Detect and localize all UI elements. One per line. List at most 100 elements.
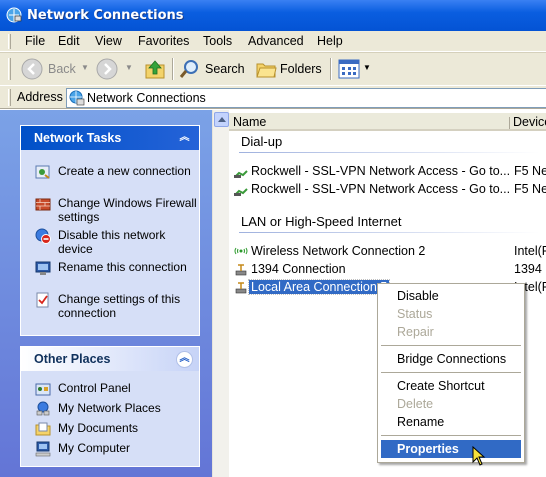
back-button[interactable]: Back ▼ — [17, 56, 92, 82]
toolbar-separator — [172, 58, 174, 80]
connection-name: 1394 Connection — [251, 262, 346, 276]
settings-icon — [36, 292, 49, 308]
column-header-name[interactable]: Name — [229, 113, 509, 131]
connection-device: F5 Ne — [514, 164, 546, 178]
menu-grip[interactable] — [8, 34, 11, 49]
forward-dropdown-icon[interactable]: ▼ — [125, 63, 133, 72]
task-label: Change settings of this connection — [58, 292, 181, 320]
disable-device-icon — [35, 228, 51, 244]
menu-file[interactable]: File — [25, 34, 45, 48]
task-label: Rename this connection — [58, 260, 187, 274]
control-panel-icon — [35, 383, 51, 396]
wireless-connection-icon — [234, 247, 248, 255]
menu-separator — [381, 372, 521, 373]
connection-name: Wireless Network Connection 2 — [251, 244, 426, 258]
toolbar-grip[interactable] — [8, 58, 11, 80]
network-connections-icon — [69, 90, 85, 106]
scroll-up-arrow-icon[interactable] — [214, 112, 229, 127]
place-label: My Documents — [58, 421, 139, 435]
address-field[interactable]: Network Connections — [66, 88, 546, 108]
address-grip[interactable] — [8, 89, 11, 106]
menu-item-label: Repair — [397, 325, 434, 339]
column-divider[interactable] — [509, 117, 510, 129]
menu-item-create-shortcut[interactable]: Create Shortcut — [381, 377, 521, 395]
back-dropdown-icon[interactable]: ▼ — [81, 63, 89, 72]
task-pane: Network Tasks ︽ Create a new connection … — [0, 110, 212, 477]
menu-favorites[interactable]: Favorites — [138, 34, 189, 48]
connection-name: Rockwell - SSL-VPN Network Access - Go t… — [251, 182, 511, 196]
column-device-label: Device — [513, 115, 546, 129]
back-label: Back — [48, 62, 76, 76]
views-button[interactable]: ▼ — [336, 56, 372, 82]
vertical-scrollbar[interactable] — [212, 110, 229, 477]
folders-button[interactable]: Folders — [254, 56, 324, 82]
place-label: My Network Places — [58, 401, 161, 415]
address-label: Address — [17, 90, 63, 104]
task-label: Create a new connection — [58, 164, 191, 178]
forward-button[interactable]: ▼ — [96, 56, 136, 82]
task-label: Disable this network device — [58, 228, 166, 256]
documents-icon — [35, 422, 51, 436]
other-places-panel: Other Places ︽ Control Panel My Network … — [20, 346, 200, 467]
menu-item-label: Disable — [397, 289, 439, 303]
network-tasks-header[interactable]: Network Tasks ︽ — [21, 126, 199, 150]
menu-item-disable[interactable]: Disable — [381, 287, 521, 305]
menu-item-bridge-connections[interactable]: Bridge Connections — [381, 350, 521, 368]
collapse-icon[interactable]: ︽ — [176, 351, 193, 368]
menu-item-delete: Delete — [381, 395, 521, 413]
menu-item-label: Properties — [397, 442, 459, 456]
mouse-cursor-icon — [472, 446, 486, 466]
menu-item-properties[interactable]: Properties — [381, 440, 521, 458]
column-header-device[interactable]: Device — [509, 113, 546, 131]
menu-edit[interactable]: Edit — [58, 34, 80, 48]
other-places-header[interactable]: Other Places ︽ — [21, 347, 199, 371]
lan-connection-icon — [235, 282, 247, 294]
menu-bar: File Edit View Favorites Tools Advanced … — [0, 31, 546, 52]
computer-icon — [35, 441, 51, 457]
rename-icon — [35, 261, 51, 275]
views-dropdown-icon[interactable]: ▼ — [363, 63, 371, 72]
menu-item-rename[interactable]: Rename — [381, 413, 521, 431]
address-value: Network Connections — [87, 91, 206, 105]
group-lan-title: LAN or High-Speed Internet — [241, 214, 402, 229]
search-button[interactable]: Search — [177, 56, 247, 82]
network-places-icon — [36, 401, 50, 416]
menu-separator — [381, 345, 521, 346]
up-folder-icon[interactable] — [143, 56, 167, 82]
column-name-label: Name — [233, 115, 267, 129]
menu-item-label: Create Shortcut — [397, 379, 485, 393]
menu-view[interactable]: View — [95, 34, 122, 48]
dialup-connection-icon — [234, 170, 248, 178]
address-bar: Address Network Connections — [0, 85, 546, 109]
search-label: Search — [205, 62, 245, 76]
connection-name: Rockwell - SSL-VPN Network Access - Go t… — [251, 164, 511, 178]
menu-item-label: Status — [397, 307, 433, 321]
folders-label: Folders — [280, 62, 322, 76]
collapse-icon[interactable]: ︽ — [176, 130, 193, 147]
network-tasks-title: Network Tasks — [34, 131, 122, 145]
connection-device: 1394 — [514, 262, 542, 276]
menu-help[interactable]: Help — [317, 34, 343, 48]
connection-device: F5 Ne — [514, 182, 546, 196]
menu-tools[interactable]: Tools — [203, 34, 232, 48]
context-menu: Disable Status Repair Bridge Connections… — [377, 283, 525, 463]
views-icon — [338, 59, 360, 79]
menu-item-label: Delete — [397, 397, 434, 411]
connection-name: Local Area Connection 5 — [247, 279, 391, 295]
network-tasks-panel: Network Tasks ︽ Create a new connection … — [20, 125, 200, 336]
window-title: Network Connections — [27, 8, 184, 23]
group-dialup-title: Dial-up — [241, 134, 283, 149]
task-label: Change Windows Firewall settings — [58, 196, 197, 224]
group-divider — [239, 232, 539, 233]
title-bar: Network Connections — [0, 0, 546, 31]
toolbar: Back ▼ ▼ Search Folders ▼ — [0, 52, 546, 85]
other-places-title: Other Places — [34, 352, 111, 366]
dialup-connection-icon — [234, 188, 248, 196]
place-label: My Computer — [58, 441, 131, 455]
menu-advanced[interactable]: Advanced — [248, 34, 304, 48]
menu-item-status: Status — [381, 305, 521, 323]
connection-device: Intel(F — [514, 244, 546, 258]
folders-icon — [256, 63, 277, 78]
lan-connection-icon — [235, 264, 247, 276]
firewall-icon — [35, 198, 51, 211]
